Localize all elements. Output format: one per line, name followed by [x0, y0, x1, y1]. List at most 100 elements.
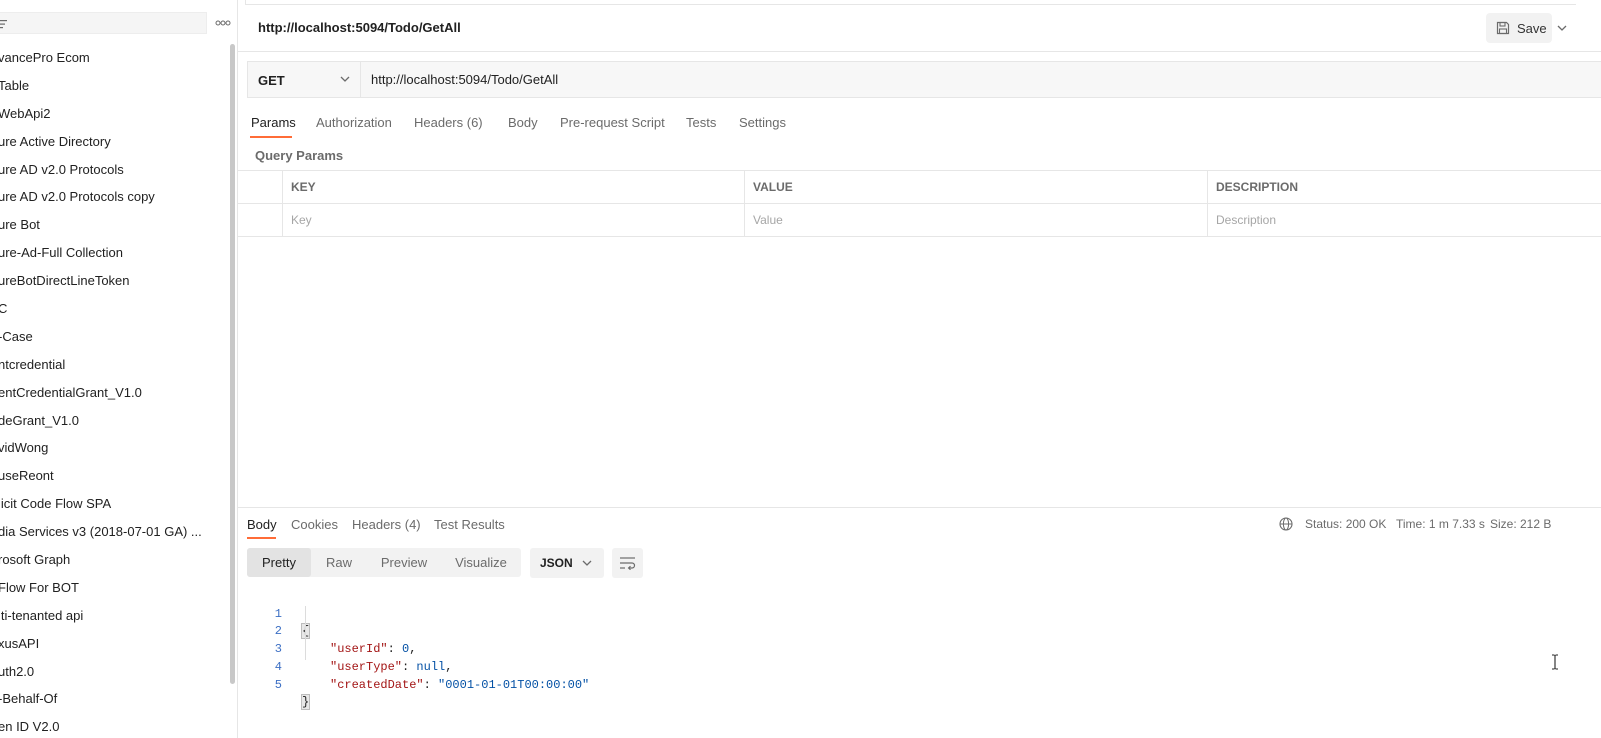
url-input[interactable] — [362, 63, 1580, 96]
collection-item-label: WebApi2 — [0, 105, 51, 121]
line-number: 5 — [274, 677, 282, 692]
tab-body[interactable]: Body — [508, 115, 538, 137]
response-tab-cookies[interactable]: Cookies — [291, 517, 338, 532]
collection-item[interactable]: useReont — [0, 462, 230, 490]
key-input[interactable]: Key — [282, 204, 744, 236]
collection-item-label: en ID V2.0 — [0, 719, 60, 735]
tab-params[interactable]: Params — [251, 115, 296, 137]
column-header-label: DESCRIPTION — [1216, 180, 1299, 194]
collection-item[interactable]: ure AD v2.0 Protocols copy — [0, 183, 230, 211]
query-params-heading: Query Params — [255, 148, 344, 163]
collection-item[interactable]: WebApi2 — [0, 100, 230, 128]
response-body-editor[interactable]: 1 { 2 "userId": 0, 3 "userType": null, 4… — [247, 588, 1547, 711]
collection-item[interactable]: vidWong — [0, 434, 230, 462]
code-line: 1 { — [247, 588, 311, 640]
filter-icon[interactable] — [0, 19, 8, 29]
column-header-key: KEY — [282, 171, 744, 203]
collection-item[interactable]: entCredentialGrant_V1.0 — [0, 379, 230, 407]
tab-settings[interactable]: Settings — [739, 115, 786, 137]
chevron-down-icon[interactable] — [1556, 18, 1568, 38]
collection-item-label: ure AD v2.0 Protocols copy — [0, 189, 155, 205]
wrap-lines-icon — [620, 557, 636, 570]
view-visualize-button[interactable]: Visualize — [441, 548, 521, 577]
view-preview-button[interactable]: Preview — [367, 548, 441, 577]
collection-item[interactable]: Table — [0, 72, 230, 100]
code-line: 5 } — [247, 659, 311, 711]
collection-item[interactable]: deGrant_V1.0 — [0, 407, 230, 435]
collection-item[interactable]: ure AD v2.0 Protocols — [0, 156, 230, 184]
collection-list: vancePro Ecom Table WebApi2 ure Active D… — [0, 44, 230, 738]
table-header-row: KEY VALUE DESCRIPTION — [238, 171, 1601, 204]
active-tab-indicator — [247, 537, 276, 539]
collection-item-label: -Case — [0, 328, 33, 344]
collection-item-label: useReont — [0, 468, 54, 484]
response-tab-test-results[interactable]: Test Results — [434, 517, 505, 532]
collection-item[interactable]: rosoft Graph — [0, 546, 230, 574]
chevron-down-icon — [340, 76, 350, 82]
response-divider[interactable] — [238, 507, 1601, 508]
response-tab-body[interactable]: Body — [247, 517, 277, 532]
collection-item[interactable]: xusAPI — [0, 630, 230, 658]
collection-item[interactable]: uth2.0 — [0, 658, 230, 686]
collection-item[interactable]: ntcredential — [0, 351, 230, 379]
collection-item[interactable]: vancePro Ecom — [0, 44, 230, 72]
sidebar: vancePro Ecom Table WebApi2 ure Active D… — [0, 0, 238, 738]
collection-item[interactable]: lti-tenanted api — [0, 602, 230, 630]
column-header-label: VALUE — [753, 180, 793, 194]
key-placeholder: Key — [291, 213, 312, 227]
collection-item[interactable]: -Case — [0, 323, 230, 351]
collection-item[interactable]: licit Code Flow SPA — [0, 490, 230, 518]
collection-item-label: C — [0, 301, 7, 316]
response-size[interactable]: Size: 212 B — [1490, 517, 1551, 531]
column-header-label: KEY — [291, 180, 316, 194]
collection-item-label: ure-Ad-Full Collection — [0, 245, 123, 261]
save-button-label: Save — [1517, 21, 1547, 36]
collection-search-input[interactable] — [0, 12, 207, 34]
response-tab-headers[interactable]: Headers (4) — [352, 517, 421, 532]
tab-headers[interactable]: Headers (6) — [414, 115, 483, 137]
collection-item[interactable]: ure Active Directory — [0, 128, 230, 156]
collection-item-label: vidWong — [0, 440, 49, 456]
collection-item[interactable]: ure Bot — [0, 211, 230, 239]
request-title[interactable]: http://localhost:5094/Todo/GetAll — [258, 20, 461, 35]
http-method-select[interactable]: GET — [248, 62, 361, 97]
collection-item[interactable]: Flow For BOT — [0, 574, 230, 602]
collection-item[interactable]: -Behalf-Of — [0, 685, 230, 713]
more-options-icon[interactable] — [215, 17, 231, 29]
response-time[interactable]: Time: 1 m 7.33 s — [1396, 517, 1485, 531]
value-input[interactable]: Value — [744, 204, 1207, 236]
collection-item-label: ureBotDirectLineToken — [0, 273, 130, 289]
format-select[interactable]: JSON — [530, 548, 604, 578]
url-bar: GET — [247, 61, 1601, 98]
collection-item-label: rosoft Graph — [0, 552, 71, 568]
collection-item-label: entCredentialGrant_V1.0 — [0, 384, 142, 400]
chevron-down-icon — [582, 560, 592, 566]
globe-icon[interactable] — [1279, 517, 1293, 531]
collection-item[interactable]: C — [0, 295, 230, 323]
collection-item[interactable]: en ID V2.0 — [0, 713, 230, 738]
description-input[interactable]: Description — [1207, 204, 1601, 236]
collection-item[interactable]: ure-Ad-Full Collection — [0, 239, 230, 267]
json-value: "0001-01-01T00:00:00" — [438, 677, 590, 692]
collection-item-label: -Behalf-Of — [0, 691, 58, 707]
tab-pre-request-script[interactable]: Pre-request Script — [560, 115, 665, 137]
tab-tests[interactable]: Tests — [686, 115, 716, 137]
sidebar-scrollbar[interactable] — [230, 44, 235, 684]
tab-authorization[interactable]: Authorization — [316, 115, 392, 137]
description-placeholder: Description — [1216, 213, 1277, 227]
wrap-lines-button[interactable] — [612, 548, 643, 578]
collection-item-label: Table — [0, 77, 30, 93]
save-button[interactable]: Save — [1486, 13, 1552, 43]
collection-item-label: vancePro Ecom — [0, 50, 90, 65]
json-key: "userId" — [330, 642, 388, 657]
close-brace: } — [300, 694, 311, 711]
request-header: http://localhost:5094/Todo/GetAll Save — [238, 5, 1601, 52]
view-raw-button[interactable]: Raw — [311, 548, 367, 577]
table-row: Key Value Description — [238, 204, 1601, 236]
collection-item[interactable]: ureBotDirectLineToken — [0, 267, 230, 295]
collection-item[interactable]: dia Services v3 (2018-07-01 GA) ... — [0, 518, 230, 546]
format-label: JSON — [540, 556, 573, 570]
response-status[interactable]: Status: 200 OK — [1305, 517, 1386, 531]
collection-item-label: deGrant_V1.0 — [0, 412, 79, 428]
view-pretty-button[interactable]: Pretty — [247, 548, 311, 577]
